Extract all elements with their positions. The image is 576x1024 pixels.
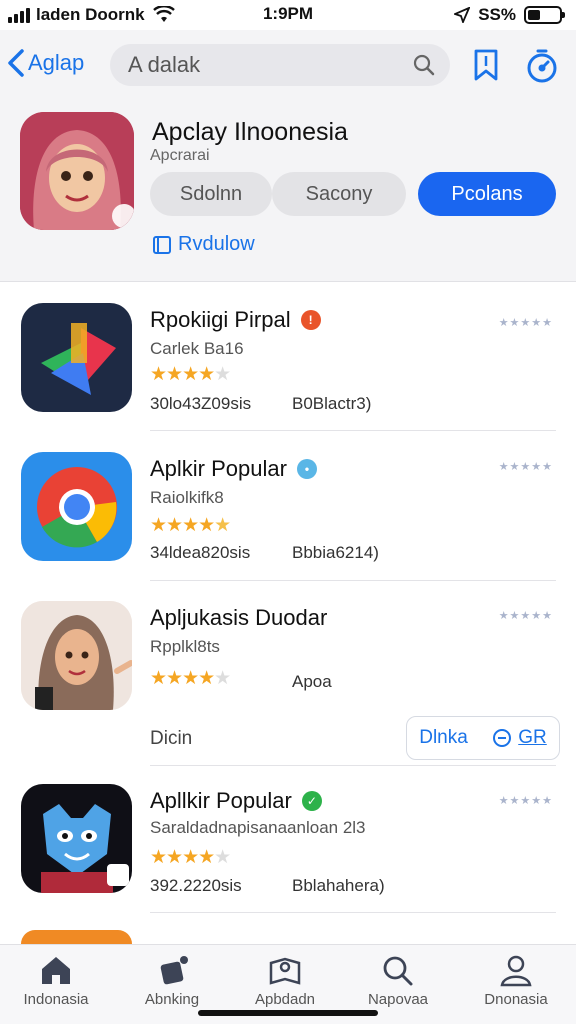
get-label-2: GR — [518, 727, 547, 748]
home-icon — [42, 957, 70, 984]
divider — [150, 765, 556, 766]
tab-napovaa[interactable]: Napovaa — [348, 953, 448, 1008]
chip-2[interactable]: Sacony — [272, 172, 406, 216]
get-label: Dlnka — [419, 727, 468, 748]
mini-rating: ★★★★★ — [498, 610, 553, 622]
search-input[interactable]: A dalak — [110, 44, 450, 86]
avatar-app-icon — [21, 601, 132, 710]
app-meta-count: B0Blactr3) — [292, 394, 372, 413]
rating-stars: ★★★★★ — [150, 515, 231, 536]
app-subtitle: Raiolkifk8 — [150, 488, 224, 507]
chip-primary[interactable]: Pcolans — [418, 172, 556, 216]
app-header-section: Aglap A dalak Apclay Ilnoonesia Apcrarai… — [0, 30, 576, 282]
app-meta-count: Apoa — [292, 672, 332, 691]
profile-icon — [500, 955, 532, 987]
review-link[interactable]: Rvdulow — [152, 233, 255, 256]
app-subtitle: Saraldadnapisanaanloan 2l3 — [150, 818, 366, 837]
rating-stars: ★★★★★ — [150, 668, 231, 689]
status-bar: laden Doornk 1:9PM SS% — [0, 0, 576, 30]
bookmark-icon[interactable] — [472, 48, 500, 82]
app-name: Rpokiigi Pirpal ! — [150, 307, 321, 333]
battery-icon — [524, 6, 565, 24]
app-name: Aplkir Popular • — [150, 456, 317, 482]
tab-indonasia[interactable]: Indonasia — [6, 953, 106, 1008]
nav-bar: Aglap A dalak — [0, 44, 576, 86]
app-meta-size: 34ldea820sis — [150, 543, 251, 562]
rating-stars: ★★★★★ — [150, 847, 231, 868]
book-icon — [269, 957, 301, 985]
browser-app-icon — [21, 452, 132, 561]
search-icon — [413, 54, 435, 76]
hero-app-icon[interactable] — [20, 112, 134, 230]
rocket-icon — [160, 956, 188, 985]
check-badge-icon: ✓ — [301, 791, 322, 811]
rating-stars: ★★★★★ — [150, 364, 231, 385]
hero-subtitle: Apcrarai — [150, 147, 210, 164]
clock-icon — [493, 729, 512, 747]
get-button[interactable]: Dlnka GR — [406, 716, 560, 760]
app-name: Apljukasis Duodar — [150, 605, 328, 630]
chevron-left-icon — [8, 49, 24, 77]
hero-title: Apclay Ilnoonesia — [152, 118, 348, 146]
app-subtitle: Carlek Ba16 — [150, 339, 244, 358]
timer-icon[interactable] — [524, 48, 560, 84]
status-time: 1:9PM — [262, 4, 314, 23]
home-indicator — [198, 1010, 378, 1016]
review-link-label: Rvdulow — [178, 233, 255, 255]
tab-dnonasia[interactable]: Dnonasia — [466, 953, 566, 1008]
app-meta-size: 392.2220sis — [150, 876, 242, 895]
tab-apbdadn[interactable]: Apbdadn — [235, 953, 335, 1008]
divider — [150, 430, 556, 431]
tab-abnking[interactable]: Abnking — [122, 953, 222, 1008]
app-meta-count: Bbbia6214) — [292, 543, 379, 562]
app-name: Apllkir Popular ✓ — [150, 788, 322, 814]
chip-1[interactable]: Sdolnn — [150, 172, 272, 216]
mini-rating: ★★★★★ — [498, 317, 553, 329]
app-subtitle: Rpplkl8ts — [150, 637, 220, 656]
divider — [150, 580, 556, 581]
mini-rating: ★★★★★ — [498, 461, 553, 473]
square-icon — [153, 235, 171, 254]
divider — [150, 912, 556, 913]
extra-label: Dicin — [150, 728, 193, 749]
app-meta-size: 30lo43Z09sis — [150, 394, 252, 413]
app-meta-count: Bblahahera) — [292, 876, 385, 895]
back-label: Aglap — [28, 50, 85, 75]
search-icon — [383, 956, 413, 986]
alert-badge-icon: ! — [300, 310, 321, 330]
back-button[interactable]: Aglap — [6, 48, 84, 78]
partial-app-icon — [21, 930, 132, 944]
mascot-app-icon — [21, 784, 132, 893]
mini-rating: ★★★★★ — [498, 795, 553, 807]
search-value: A dalak — [128, 52, 201, 77]
music-app-icon — [21, 303, 132, 412]
character-badge-icon: • — [296, 459, 317, 479]
